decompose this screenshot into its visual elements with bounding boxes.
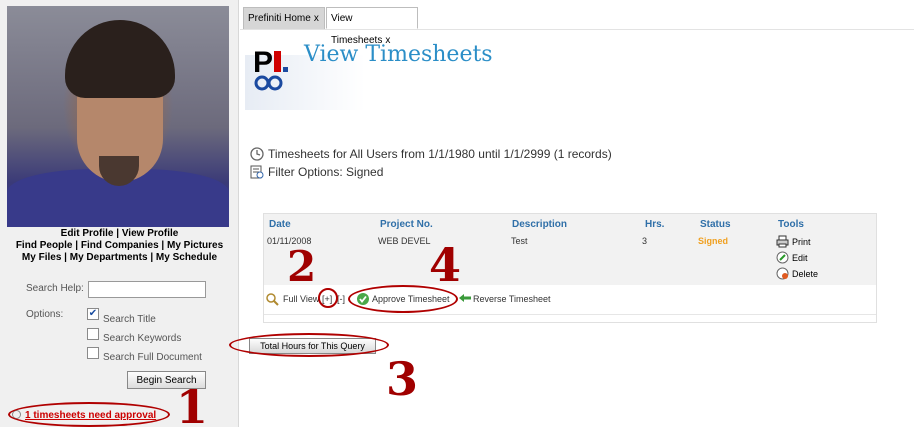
filter-info: Filter Options: Signed [250, 165, 383, 179]
tab-label: Prefiniti Home [248, 13, 311, 24]
status-badge: Signed [698, 236, 729, 246]
col-description: Description [512, 219, 568, 230]
search-title-label: Search Title [103, 314, 156, 325]
search-help-label: Search Help: [26, 283, 84, 294]
view-profile-link[interactable]: View Profile [122, 228, 179, 239]
records-info: Timesheets for All Users from 1/1/1980 u… [250, 147, 612, 161]
prefiniti-logo: P [253, 46, 288, 91]
my-departments-link[interactable]: My Departments [70, 252, 148, 263]
close-icon[interactable]: x [314, 13, 319, 24]
records-info-text: Timesheets for All Users from 1/1/1980 u… [268, 147, 612, 161]
profile-links: Edit Profile | View Profile Find People … [15, 228, 224, 263]
annotation-ellipse-2 [318, 288, 338, 308]
col-project: Project No. [380, 219, 433, 230]
annotation-number-2: 2 [287, 242, 317, 291]
delete-label[interactable]: Delete [792, 269, 818, 279]
annotation-number-4: 4 [429, 238, 462, 292]
timesheet-table: Date Project No. Description Hrs. Status… [263, 213, 877, 323]
options-label: Options: [26, 309, 64, 320]
edit-icon [776, 251, 789, 264]
search-keywords-label: Search Keywords [103, 333, 182, 344]
reverse-icon [458, 293, 472, 305]
edit-tool[interactable]: Edit [776, 251, 808, 264]
my-schedule-link[interactable]: My Schedule [156, 252, 217, 263]
filter-icon [250, 165, 264, 179]
divider [264, 314, 876, 315]
col-hrs: Hrs. [645, 219, 665, 230]
profile-photo [7, 6, 229, 227]
tab-view-timesheets[interactable]: View Timesheets x [326, 7, 418, 46]
cell-project: WEB DEVEL [378, 236, 431, 246]
svg-text:P: P [253, 46, 273, 79]
edit-label[interactable]: Edit [792, 253, 808, 263]
col-status: Status [700, 219, 731, 230]
cell-hrs: 3 [642, 236, 648, 246]
search-full-document-label: Search Full Document [103, 352, 202, 363]
printer-icon [776, 235, 789, 248]
my-files-link[interactable]: My Files [22, 252, 61, 263]
clock-icon [250, 147, 264, 161]
cell-description: Test [511, 236, 528, 246]
collapse-toggle[interactable]: [-] [337, 294, 345, 304]
col-date: Date [269, 219, 291, 230]
print-tool[interactable]: Print [776, 235, 811, 248]
annotation-ellipse-3 [229, 333, 389, 357]
find-people-link[interactable]: Find People [16, 240, 73, 251]
page-title: View Timesheets [304, 42, 493, 67]
filter-info-text: Filter Options: Signed [268, 165, 384, 179]
delete-icon [776, 267, 789, 280]
search-input[interactable] [88, 281, 206, 298]
search-full-document-checkbox[interactable] [87, 347, 99, 359]
col-tools: Tools [778, 219, 804, 230]
print-label[interactable]: Print [792, 237, 811, 247]
tab-prefiniti-home[interactable]: Prefiniti Home x [243, 7, 325, 29]
tab-bar: Prefiniti Home x View Timesheets x [240, 0, 914, 46]
left-sidebar: Edit Profile | View Profile Find People … [0, 0, 239, 427]
annotation-number-1: 1 [176, 380, 209, 434]
find-companies-link[interactable]: Find Companies [81, 240, 159, 251]
full-view-label[interactable]: Full View [283, 294, 319, 304]
my-pictures-link[interactable]: My Pictures [167, 240, 223, 251]
annotation-ellipse-1 [8, 402, 170, 427]
search-keywords-checkbox[interactable] [87, 328, 99, 340]
magnifier-icon [266, 293, 280, 308]
delete-tool[interactable]: Delete [776, 267, 818, 280]
search-title-checkbox[interactable]: ✔ [87, 308, 99, 320]
table-header-area: Date Project No. Description Hrs. Status… [264, 214, 876, 285]
reverse-timesheet-button[interactable]: Reverse Timesheet [473, 294, 551, 304]
annotation-number-3: 3 [386, 352, 419, 406]
edit-profile-link[interactable]: Edit Profile [61, 228, 114, 239]
